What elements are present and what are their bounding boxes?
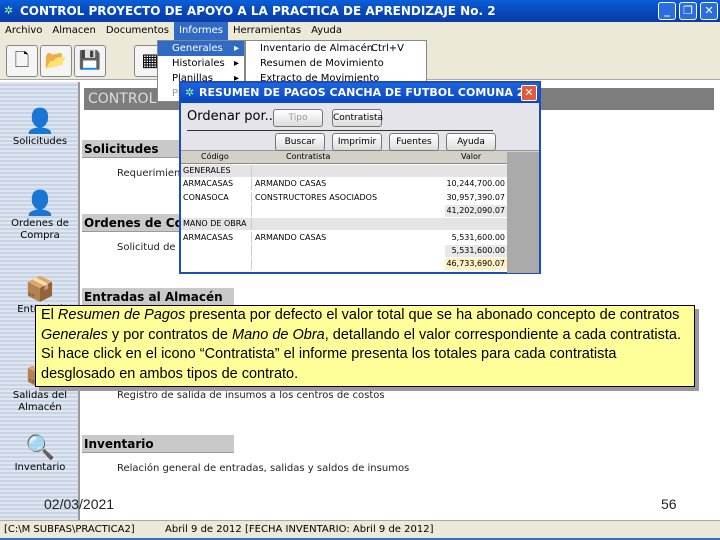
- app-icon: ✲: [185, 86, 195, 99]
- status-inventory-date: [FECHA INVENTARIO: Abril 9 de 2012]: [245, 524, 434, 535]
- section-inventario: Inventario: [82, 435, 234, 453]
- grid-total-row[interactable]: 5,531,600.00: [181, 244, 507, 257]
- cell-valor: 5,531,600.00: [445, 244, 507, 257]
- menu-archivo[interactable]: Archivo: [0, 22, 47, 40]
- dialog-toolbar: Ordenar por... Tipo Contratista Buscar I…: [181, 103, 539, 151]
- col-header-contratista[interactable]: Contratista: [286, 151, 330, 163]
- order-label: Ordenar por...: [187, 109, 278, 124]
- menu-item-resumen-movimiento[interactable]: Resumen de Movimiento: [246, 56, 426, 71]
- table-row[interactable]: ARMACASAS ARMANDO CASAS 5,531,600.00: [181, 231, 507, 244]
- section-desc[interactable]: Registro de salida de insumos a los cent…: [117, 390, 385, 401]
- menu-item-inventario-almacen[interactable]: Inventario de Almacén Ctrl+V: [246, 41, 426, 56]
- new-file-icon: 🗋: [14, 50, 30, 71]
- buscar-button[interactable]: Buscar: [275, 133, 325, 151]
- cell-contratista: CONSTRUCTORES ASOCIADOS: [255, 192, 378, 202]
- generales-submenu: Inventario de Almacén Ctrl+V Resumen de M…: [245, 40, 427, 84]
- cell-codigo: ARMACASAS: [183, 179, 234, 189]
- new-file-button[interactable]: 🗋: [6, 45, 38, 77]
- person-order-icon: 👤: [25, 189, 55, 217]
- cell-valor: [445, 165, 507, 177]
- section-desc[interactable]: Relación general de entradas, salidas y …: [117, 463, 409, 474]
- cell-codigo: ARMACASAS: [183, 232, 234, 242]
- payments-grid: Código Contratista Valor GENERALES ARMACA…: [181, 151, 507, 272]
- save-icon: 💾: [78, 50, 102, 71]
- cell-contratista: ARMANDO CASAS: [255, 232, 327, 242]
- sidebar-item-ordenes[interactable]: 👤 Ordenes de Compra: [0, 188, 80, 242]
- menu-almacen[interactable]: Almacen: [47, 22, 100, 40]
- order-tipo-button[interactable]: Tipo: [273, 109, 323, 127]
- cell-valor: 46,733,690.07: [445, 258, 507, 271]
- fuentes-button[interactable]: Fuentes: [389, 133, 439, 151]
- section-entradas: Entradas al Almacén: [82, 288, 234, 306]
- slide-date: 02/03/2021: [44, 496, 115, 512]
- cell-valor: 5,531,600.00: [451, 232, 505, 242]
- menu-item-historiales[interactable]: Historiales ▸: [158, 56, 244, 71]
- grid-scroll-area[interactable]: [507, 152, 539, 273]
- sidebar: 👤Solicitudes 👤Ordenes de Compra 📦Entr al…: [0, 82, 80, 520]
- table-row[interactable]: ARMACASAS ARMANDO CASAS 10,244,700.00: [181, 178, 507, 191]
- menu-herramientas[interactable]: Herramientas: [228, 22, 306, 40]
- cell-valor: [445, 218, 507, 230]
- menu-informes[interactable]: Informes: [174, 22, 228, 40]
- status-path: [C:\M SUBFAS\PRACTICA2]: [4, 524, 135, 535]
- col-header-valor[interactable]: Valor: [461, 151, 481, 163]
- inventory-search-icon: 🔍: [25, 433, 55, 461]
- status-date: Abril 9 de 2012: [165, 524, 242, 535]
- cell-codigo: CONASOCA: [183, 192, 229, 202]
- box-in-icon: 📦: [25, 275, 55, 303]
- sidebar-item-solicitudes[interactable]: 👤 Solicitudes: [0, 106, 80, 148]
- menu-bar: Archivo Almacen Documentos Informes Herramie…: [0, 22, 720, 40]
- sidebar-item-inventario[interactable]: 🔍 Inventario: [0, 432, 80, 474]
- cell-valor: 30,957,390.07: [446, 192, 505, 202]
- cell-valor: 41,202,090.07: [445, 204, 507, 217]
- dialog-title-bar: ✲ RESUMEN DE PAGOS CANCHA DE FUTBOL COMUN…: [181, 83, 539, 119]
- menu-documentos[interactable]: Documentos: [101, 22, 174, 40]
- cell-codigo: MANO DE OBRA: [183, 219, 247, 229]
- folder-open-icon: 📂: [44, 50, 68, 71]
- close-button[interactable]: ✕: [700, 2, 718, 20]
- save-button[interactable]: 💾: [74, 45, 106, 77]
- open-button[interactable]: 📂: [40, 45, 72, 77]
- minimize-button[interactable]: _: [658, 2, 676, 20]
- window-title: CONTROL PROYECTO DE APOYO A LA PRACTICA …: [20, 4, 496, 18]
- col-header-codigo[interactable]: Código: [201, 151, 229, 163]
- grid-total-row[interactable]: 41,202,090.07: [181, 204, 507, 217]
- person-icon: 👤: [25, 107, 55, 135]
- cell-valor: 10,244,700.00: [446, 179, 505, 189]
- resumen-pagos-dialog: ✲ RESUMEN DE PAGOS CANCHA DE FUTBOL COMUN…: [179, 81, 541, 274]
- status-bar: [C:\M SUBFAS\PRACTICA2] Abril 9 de 2012 …: [0, 520, 720, 538]
- ayuda-button[interactable]: Ayuda: [446, 133, 496, 151]
- grid-group-row[interactable]: GENERALES: [181, 165, 507, 177]
- table-row[interactable]: CONASOCA CONSTRUCTORES ASOCIADOS 30,957,39…: [181, 191, 507, 204]
- grid-total-row[interactable]: 46,733,690.07: [181, 258, 507, 271]
- menu-ayuda[interactable]: Ayuda: [306, 22, 347, 40]
- grid-header: Código Contratista Valor: [181, 151, 507, 164]
- cell-contratista: ARMANDO CASAS: [255, 179, 327, 189]
- maximize-button[interactable]: ❐: [679, 2, 697, 20]
- imprimir-button[interactable]: Imprimir: [332, 133, 382, 151]
- cell-codigo: GENERALES: [183, 166, 231, 175]
- menu-item-generales[interactable]: Generales ▸: [158, 41, 244, 56]
- title-bar: ✲ CONTROL PROYECTO DE APOYO A LA PRACTIC…: [0, 0, 720, 22]
- order-contratista-button[interactable]: Contratista: [332, 109, 383, 127]
- app-icon: ✲: [4, 4, 14, 17]
- calendar-icon: ▦: [141, 50, 159, 71]
- explanation-callout: El Resumen de Pagos presenta por defecto…: [35, 305, 695, 387]
- grid-group-row[interactable]: MANO DE OBRA: [181, 218, 507, 231]
- dialog-close-button[interactable]: ✕: [521, 85, 537, 101]
- slide-page-number: 56: [661, 496, 677, 512]
